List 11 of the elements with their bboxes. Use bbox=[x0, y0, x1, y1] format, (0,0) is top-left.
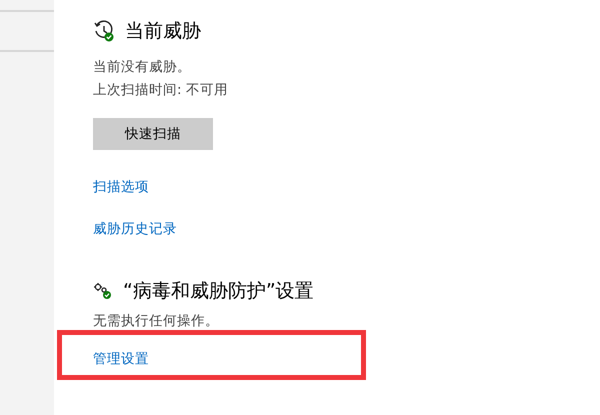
status-text: 上次扫描时间: 不可用 bbox=[93, 81, 229, 100]
history-check-icon bbox=[93, 20, 115, 42]
section-title: 当前威胁 bbox=[125, 19, 201, 44]
link[interactable]: 威胁历史记录 bbox=[93, 219, 177, 240]
link[interactable]: 扫描选项 bbox=[93, 177, 149, 198]
gears-check-icon bbox=[93, 282, 113, 300]
quick-scan-button[interactable]: 快速扫描 bbox=[93, 118, 213, 150]
link[interactable]: 管理设置 bbox=[93, 349, 149, 370]
section-title: “病毒和威胁防护”设置 bbox=[123, 279, 314, 304]
status-text: 无需执行任何操作。 bbox=[93, 312, 220, 331]
status-text: 当前没有威胁。 bbox=[93, 58, 192, 77]
